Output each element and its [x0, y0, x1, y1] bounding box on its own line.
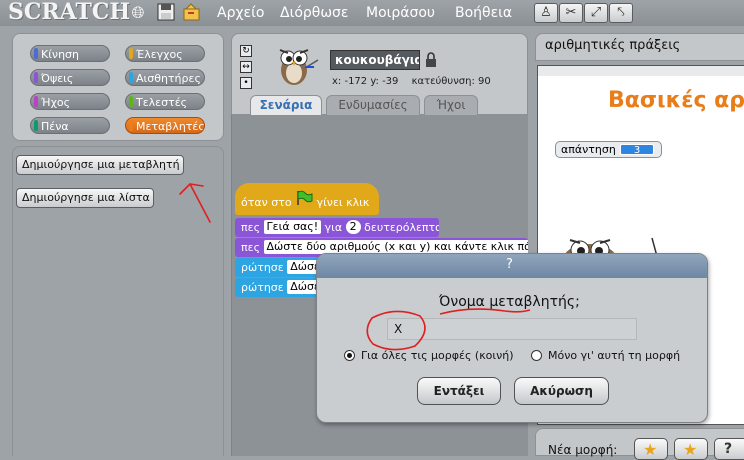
radio-this-sprite[interactable] [531, 350, 542, 361]
category-color-bar [34, 96, 38, 107]
block-text: όταν στο [241, 196, 292, 209]
paint-sprite-button[interactable]: ★ [634, 438, 668, 460]
stage-top-strip [538, 66, 744, 76]
make-list-button[interactable]: Δημιούργησε μια λίστα [16, 188, 154, 208]
block-text: για [324, 221, 343, 234]
tab-sounds[interactable]: Ήχοι [424, 95, 478, 115]
category-variables[interactable]: Μεταβλητές [125, 117, 205, 134]
monitor-label: απάντηση [561, 143, 616, 156]
category-operators[interactable]: Τελεστές [125, 93, 205, 110]
radio-all-sprites[interactable] [344, 350, 355, 361]
category-label: Τελεστές [136, 96, 188, 109]
category-color-bar [129, 72, 133, 83]
category-motion[interactable]: Κίνηση [30, 45, 110, 62]
block-text: ρώτησε [241, 261, 284, 274]
tab-scripts[interactable]: Σενάρια [250, 95, 322, 115]
make-variable-button[interactable]: Δημιούργησε μια μεταβλητή [16, 155, 184, 175]
radio-all-sprites-label: Για όλες τις μορφές (κοινή) [361, 349, 514, 362]
category-label: Μεταβλητές [136, 120, 205, 133]
category-pen[interactable]: Πένα [30, 117, 110, 134]
block-text: πες [241, 221, 261, 234]
stage-heading-text: Βασικές αρι [608, 88, 744, 113]
random-sprite-button[interactable]: ? [714, 438, 744, 460]
when-flag-clicked-block[interactable]: όταν στο γίνει κλικ [235, 183, 379, 215]
category-color-bar [129, 120, 133, 131]
category-color-bar [129, 96, 133, 107]
grow-icon[interactable]: ⤢ [584, 3, 608, 23]
variable-monitor[interactable]: απάντηση 3 [555, 141, 662, 158]
save-icon[interactable] [156, 3, 176, 23]
variable-name-label: Όνομα μεταβλητής; [439, 294, 580, 310]
menu-help[interactable]: Βοήθεια [455, 4, 512, 22]
paint-star-icon: ★ [643, 440, 658, 459]
category-label: Κίνηση [41, 48, 79, 61]
category-label: Πένα [41, 120, 69, 133]
menu-share[interactable]: Μοιράσου [366, 4, 435, 22]
tab-costumes[interactable]: Ενδυμασίες [326, 95, 420, 115]
share-icon[interactable] [182, 3, 202, 23]
globe-icon[interactable]: 🌐︎ [128, 3, 148, 23]
block-text: γίνει κλικ [316, 196, 370, 209]
sprite-name-field[interactable]: κουκουβάγια [330, 50, 420, 70]
new-sprite-label: Νέα μορφή: [548, 443, 618, 457]
category-label: Ήχος [41, 96, 71, 109]
scratch-logo: SCRATCH [8, 0, 131, 25]
ok-button[interactable]: Εντάξει [417, 377, 501, 405]
sprite-coordinates: x: -172 y: -39 κατεύθυνση: 90 [332, 76, 491, 87]
ask-block[interactable]: ρώτησε Δώσε [235, 258, 325, 277]
question-icon: ? [724, 441, 733, 457]
category-label: Αισθητήρες [136, 72, 201, 85]
category-color-bar [34, 48, 38, 59]
category-sensing[interactable]: Αισθητήρες [125, 69, 205, 86]
green-flag-icon [295, 190, 313, 213]
category-color-bar [34, 72, 38, 83]
no-rotate-icon[interactable]: • [240, 77, 252, 89]
say-for-secs-block[interactable]: πες Γειά σας! για 2 δευτερόλεπτα [235, 218, 439, 237]
direction-readout: κατεύθυνση: 90 [411, 76, 491, 87]
cut-icon[interactable]: ✂︎ [559, 3, 583, 23]
category-color-bar [34, 120, 38, 131]
ask-block[interactable]: ρώτησε Δώσε [235, 278, 325, 297]
block-text: ρώτησε [241, 281, 284, 294]
block-text: πες [241, 241, 261, 254]
dialog-title: ? [506, 257, 513, 272]
block-text: δευτερόλεπτα [364, 221, 439, 234]
category-looks[interactable]: Όψεις [30, 69, 110, 86]
radio-this-sprite-label: Μόνο γι' αυτή τη μορφή [548, 349, 681, 362]
shrink-icon[interactable]: ⤣ [609, 3, 633, 23]
category-control[interactable]: Έλεγχος [125, 45, 205, 62]
menu-edit[interactable]: Διόρθωσε [280, 4, 349, 22]
xy-readout: x: -172 y: -39 [332, 76, 399, 87]
project-title: αριθμητικές πράξεις [545, 38, 681, 53]
folder-star-icon: ★ [683, 440, 698, 459]
rotate-style-icon[interactable]: ↻ [240, 45, 252, 57]
lock-icon[interactable] [425, 52, 437, 68]
say-text-input[interactable]: Γειά σας! [263, 220, 322, 234]
cancel-button[interactable]: Ακύρωση [514, 377, 609, 405]
category-label: Όψεις [41, 72, 74, 85]
menu-file[interactable]: Αρχείο [217, 4, 264, 22]
seconds-input[interactable]: 2 [345, 220, 361, 234]
category-sound[interactable]: Ήχος [30, 93, 110, 110]
choose-sprite-button[interactable]: ★ [674, 438, 708, 460]
category-label: Έλεγχος [136, 48, 183, 61]
monitor-value: 3 [620, 144, 654, 156]
owl-sprite-thumbnail [268, 40, 322, 88]
flip-style-icon[interactable]: ↔ [240, 61, 252, 73]
say-text-input[interactable]: Δώστε δύο αριθμούς (x και y) και κάντε κ… [263, 240, 528, 254]
variable-name-input[interactable] [387, 318, 637, 340]
category-color-bar [129, 48, 133, 59]
stamp-icon[interactable]: ♙ [534, 3, 558, 23]
